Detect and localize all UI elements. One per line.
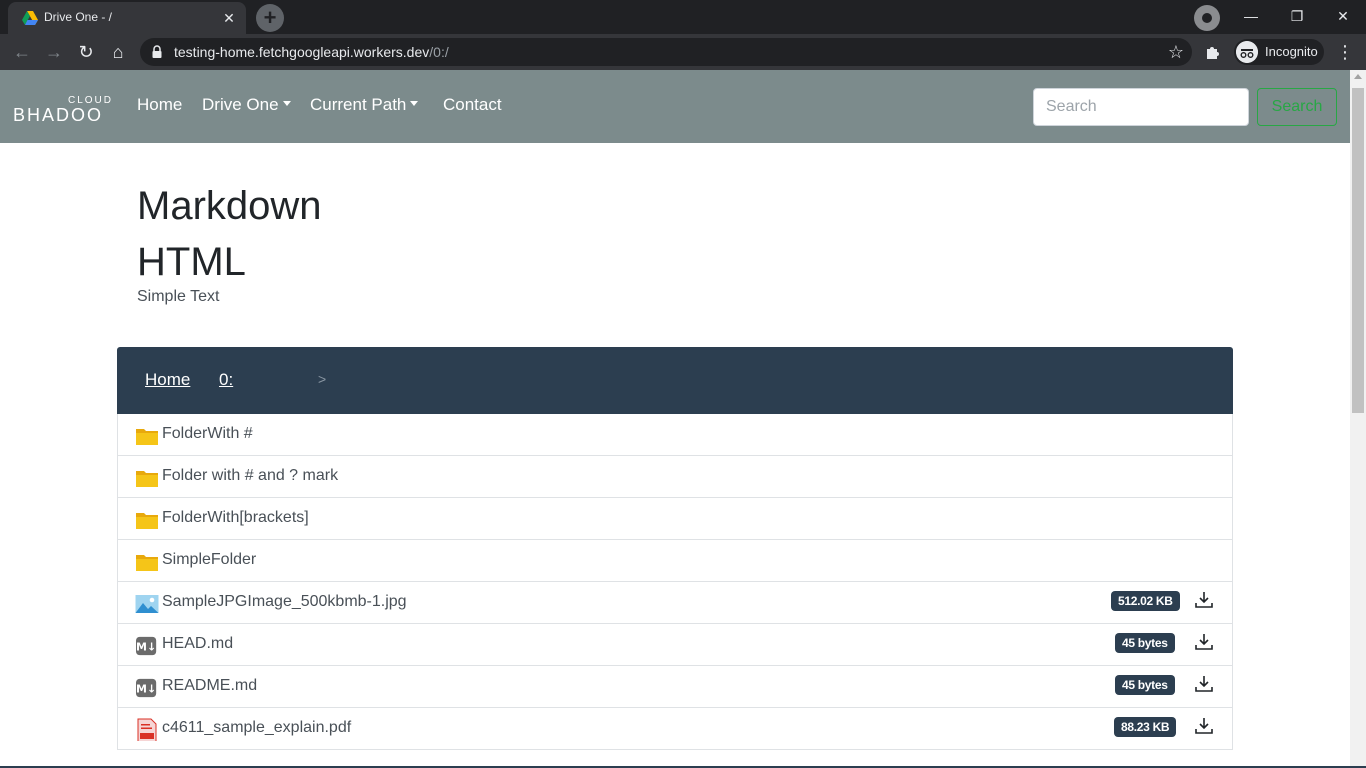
site-navbar: CLOUD BHADOO Home Drive One Current Path… [0,70,1350,143]
search-input[interactable] [1033,88,1249,126]
address-bar[interactable]: testing-home.fetchgoogleapi.workers.dev/… [140,38,1192,66]
tab-title: Drive One - / [44,10,113,24]
folder-row[interactable]: Folder with # and ? mark [118,456,1232,498]
download-icon[interactable] [1195,675,1213,693]
pdf-file-icon [137,718,157,741]
breadcrumb-home-link[interactable]: Home [145,370,190,390]
incognito-label: Incognito [1265,44,1318,59]
readme-heading-html: HTML [137,240,246,284]
bookmark-star-icon[interactable]: ☆ [1168,42,1184,62]
file-row[interactable]: c4611_sample_explain.pdf 88.23 KB [118,708,1232,750]
url-path: /0:/ [429,44,449,60]
file-size-badge: 512.02 KB [1111,591,1180,611]
readme-text: Simple Text [137,288,220,305]
incognito-profile-button[interactable]: Incognito [1234,39,1324,65]
nav-current-path-dropdown[interactable]: Current Path [310,95,419,115]
new-tab-button[interactable]: + [256,4,284,32]
lock-icon [152,45,162,58]
file-size-badge: 45 bytes [1115,633,1175,653]
download-icon[interactable] [1195,717,1213,735]
nav-drive-one-dropdown[interactable]: Drive One [202,95,291,115]
breadcrumb-separator: > [318,371,327,387]
nav-home-link[interactable]: Home [137,95,182,115]
reload-icon[interactable]: ↻ [74,40,98,64]
folder-row[interactable]: FolderWith[brackets] [118,498,1232,540]
svg-text:M↓: M↓ [136,641,156,654]
tab-search-icon[interactable] [1194,5,1220,31]
file-name[interactable]: c4611_sample_explain.pdf [162,719,351,737]
browser-toolbar: ← → ↻ ⌂ testing-home.fetchgoogleapi.work… [0,34,1366,70]
readme-heading-markdown: Markdown [137,184,322,228]
page-viewport: CLOUD BHADOO Home Drive One Current Path… [0,70,1350,768]
file-name[interactable]: HEAD.md [162,635,233,653]
breadcrumb-current-link[interactable]: 0: [219,370,233,390]
markdown-file-icon: M↓ [136,678,156,698]
window-restore-button[interactable]: ❐ [1274,0,1320,32]
nav-contact-link[interactable]: Contact [443,95,502,115]
file-name[interactable]: README.md [162,677,257,695]
svg-text:M↓: M↓ [136,683,156,696]
download-icon[interactable] [1195,633,1213,651]
browser-tab-bar: Drive One - / ✕ + — ❐ ✕ [0,0,1366,34]
extensions-puzzle-icon[interactable] [1204,42,1224,62]
url-text[interactable]: testing-home.fetchgoogleapi.workers.dev/… [174,44,449,60]
nav-drive-one-label: Drive One [202,95,279,114]
browser-tab-active[interactable]: Drive One - / ✕ [8,2,246,34]
caret-down-icon [410,101,419,106]
folder-icon [136,429,158,445]
url-host: testing-home.fetchgoogleapi.workers.dev [174,44,430,60]
search-button[interactable]: Search [1257,88,1337,126]
folder-icon [136,555,158,571]
folder-icon [136,471,158,487]
back-arrow-icon[interactable]: ← [10,40,34,64]
tab-close-icon[interactable]: ✕ [220,9,238,27]
file-name[interactable]: SampleJPGImage_500kbmb-1.jpg [162,593,407,611]
scroll-up-arrow-icon[interactable] [1354,74,1362,79]
file-row[interactable]: M↓ README.md 45 bytes [118,666,1232,708]
download-icon[interactable] [1195,591,1213,609]
window-minimize-button[interactable]: — [1228,0,1274,32]
caret-down-icon [282,101,291,106]
incognito-icon [1236,41,1258,63]
google-drive-icon [22,11,38,25]
file-name[interactable]: FolderWith[brackets] [162,509,309,527]
scrollbar-thumb[interactable] [1352,88,1364,413]
logo-main-text: BHADOO [13,105,104,125]
markdown-file-icon: M↓ [136,636,156,656]
file-name[interactable]: FolderWith # [162,425,253,443]
breadcrumb: Home > 0: [117,347,1233,414]
file-row[interactable]: SampleJPGImage_500kbmb-1.jpg 512.02 KB [118,582,1232,624]
window-close-button[interactable]: ✕ [1320,0,1366,32]
folder-row[interactable]: SimpleFolder [118,540,1232,582]
site-logo[interactable]: CLOUD BHADOO [13,95,113,125]
nav-current-path-label: Current Path [310,95,407,114]
file-list: FolderWith # Folder with # and ? mark Fold… [117,414,1233,750]
browser-menu-icon[interactable]: ⋮ [1336,40,1354,64]
file-name[interactable]: SimpleFolder [162,551,256,569]
file-name[interactable]: Folder with # and ? mark [162,467,338,485]
home-icon[interactable]: ⌂ [106,40,130,64]
forward-arrow-icon[interactable]: → [42,40,66,64]
page-scrollbar[interactable] [1350,70,1366,768]
file-size-badge: 45 bytes [1115,675,1175,695]
folder-row[interactable]: FolderWith # [118,414,1232,456]
file-row[interactable]: M↓ HEAD.md 45 bytes [118,624,1232,666]
folder-icon [136,513,158,529]
file-size-badge: 88.23 KB [1114,717,1177,737]
image-file-icon [135,595,159,613]
